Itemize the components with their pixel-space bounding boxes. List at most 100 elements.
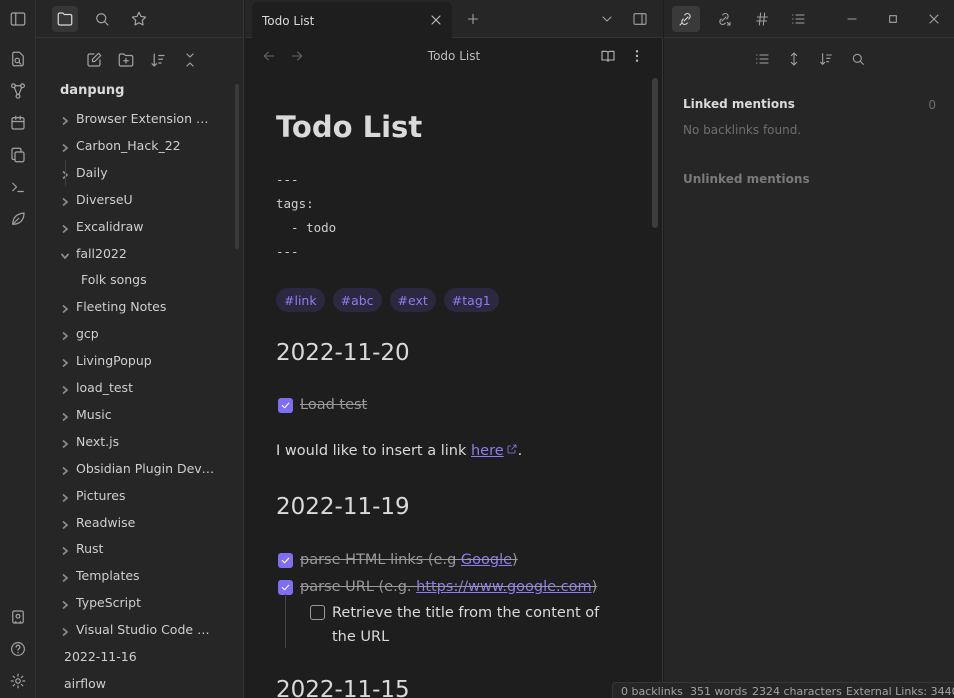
outgoing-links-icon[interactable]: [710, 6, 738, 32]
settings-gear-icon[interactable]: [7, 670, 29, 692]
task-link[interactable]: https://www.google.com: [416, 579, 592, 595]
folder-item[interactable]: fall2022: [36, 241, 232, 267]
task-text-part: ): [512, 552, 518, 568]
folder-item[interactable]: TypeScript: [36, 590, 232, 616]
search-icon[interactable]: [89, 6, 115, 32]
tree-item-label: load_test: [76, 380, 133, 395]
tag-pill[interactable]: #abc: [332, 288, 382, 312]
graph-view-icon[interactable]: [7, 80, 29, 102]
chevron-right-icon[interactable]: [60, 491, 70, 502]
section-heading: 2022-11-19: [276, 494, 410, 520]
chevron-down-icon[interactable]: [597, 9, 617, 29]
chevron-right-icon[interactable]: [60, 114, 70, 126]
linked-mentions-title[interactable]: Linked mentions: [683, 97, 795, 111]
leaf-icon[interactable]: [7, 208, 29, 230]
folder-item[interactable]: Visual Studio Code Ex...: [36, 617, 232, 643]
toggle-left-sidebar-icon[interactable]: [7, 8, 29, 30]
folder-item[interactable]: Browser Extension De...: [36, 106, 232, 132]
folder-item[interactable]: Carbon_Hack_22: [36, 133, 232, 159]
tree-item-label: Browser Extension De...: [76, 111, 216, 126]
help-icon[interactable]: [7, 638, 29, 660]
sort-icon[interactable]: [815, 48, 837, 70]
file-item[interactable]: airflow: [36, 671, 232, 697]
file-item[interactable]: 2022-11-16: [36, 644, 232, 670]
checkbox-checked[interactable]: [278, 579, 293, 595]
new-folder-icon[interactable]: [114, 48, 138, 72]
chevron-right-icon[interactable]: [60, 625, 70, 637]
folder-item[interactable]: load_test: [36, 375, 232, 401]
reading-view-book-icon[interactable]: [599, 47, 617, 65]
chevron-right-icon[interactable]: [60, 571, 70, 583]
tag-pill[interactable]: #link: [276, 288, 325, 312]
chevron-right-icon[interactable]: [60, 141, 70, 153]
collapse-results-icon[interactable]: [751, 48, 773, 70]
folder-item[interactable]: Readwise: [36, 510, 232, 536]
minimize-window-icon[interactable]: [838, 6, 866, 32]
collapse-all-icon[interactable]: [178, 48, 202, 72]
folder-item[interactable]: Rust: [36, 536, 232, 562]
section-heading: 2022-11-15: [276, 677, 410, 698]
checkbox-checked[interactable]: [278, 552, 293, 568]
chevron-right-icon[interactable]: [60, 222, 70, 233]
search-icon[interactable]: [847, 48, 869, 70]
chevron-right-icon[interactable]: [60, 437, 70, 448]
new-note-icon[interactable]: [82, 48, 106, 72]
folder-item[interactable]: Next.js: [36, 429, 232, 455]
chevron-right-icon[interactable]: [60, 410, 70, 422]
external-link[interactable]: here: [471, 443, 504, 459]
status-external-links: External Links: 3440: [846, 685, 954, 698]
calendar-icon[interactable]: [7, 112, 29, 134]
frontmatter-line: - todo: [276, 220, 337, 235]
chevron-right-icon[interactable]: [60, 195, 70, 206]
chevron-right-icon[interactable]: [60, 518, 70, 529]
chevron-right-icon[interactable]: [60, 356, 70, 368]
folder-item[interactable]: Obsidian Plugin Deve...: [36, 456, 232, 482]
star-icon[interactable]: [126, 6, 152, 32]
folder-item[interactable]: DiverseU: [36, 187, 232, 213]
quick-switcher-icon[interactable]: [7, 48, 29, 70]
tag-pill[interactable]: #ext: [389, 288, 436, 312]
backlinks-icon[interactable]: [672, 6, 700, 32]
task-link[interactable]: Google: [461, 552, 512, 568]
chevron-right-icon[interactable]: [60, 464, 70, 475]
terminal-icon[interactable]: [7, 176, 29, 198]
copy-icon[interactable]: [7, 144, 29, 166]
editor-pane: Todo List Todo List Todo List --- tags: …: [245, 0, 663, 698]
folder-item[interactable]: gcp: [36, 321, 232, 347]
tab-todo-list[interactable]: Todo List: [252, 2, 452, 38]
unlinked-mentions-title[interactable]: Unlinked mentions: [683, 172, 810, 186]
chevron-down-icon[interactable]: [60, 249, 70, 259]
folder-icon[interactable]: [52, 6, 78, 32]
editor-scrollbar[interactable]: [652, 78, 658, 228]
checkbox-checked[interactable]: [278, 397, 293, 413]
tags-hash-icon[interactable]: [748, 6, 776, 32]
outline-list-icon[interactable]: [784, 6, 812, 32]
folder-item[interactable]: Fleeting Notes: [36, 294, 232, 320]
sidebar-scrollbar[interactable]: [235, 84, 239, 249]
expand-context-icon[interactable]: [783, 48, 805, 70]
chevron-right-icon[interactable]: [60, 383, 70, 395]
file-item[interactable]: Folk songs: [36, 267, 232, 293]
status-backlinks[interactable]: 0 backlinks: [621, 685, 683, 698]
toggle-right-sidebar-icon[interactable]: [630, 9, 650, 29]
new-tab-plus-icon[interactable]: [463, 9, 483, 29]
chevron-right-icon[interactable]: [60, 598, 70, 610]
folder-item[interactable]: LivingPopup: [36, 348, 232, 374]
sort-icon[interactable]: [146, 48, 170, 72]
close-icon[interactable]: [428, 12, 444, 28]
close-window-icon[interactable]: [920, 6, 948, 32]
folder-item[interactable]: Excalidraw: [36, 214, 232, 240]
folder-item[interactable]: Music: [36, 402, 232, 428]
folder-item[interactable]: Pictures: [36, 483, 232, 509]
more-options-icon[interactable]: [628, 47, 646, 65]
checkbox-unchecked[interactable]: [310, 605, 325, 620]
vault-name[interactable]: danpung: [60, 83, 124, 98]
tree-item-label: Obsidian Plugin Deve...: [76, 460, 216, 476]
maximize-window-icon[interactable]: [879, 6, 907, 32]
folder-item[interactable]: Templates: [36, 563, 232, 589]
vault-icon[interactable]: [7, 606, 29, 628]
chevron-right-icon[interactable]: [60, 302, 70, 314]
chevron-right-icon[interactable]: [60, 329, 70, 341]
chevron-right-icon[interactable]: [60, 544, 70, 556]
tag-pill[interactable]: #tag1: [443, 288, 499, 312]
